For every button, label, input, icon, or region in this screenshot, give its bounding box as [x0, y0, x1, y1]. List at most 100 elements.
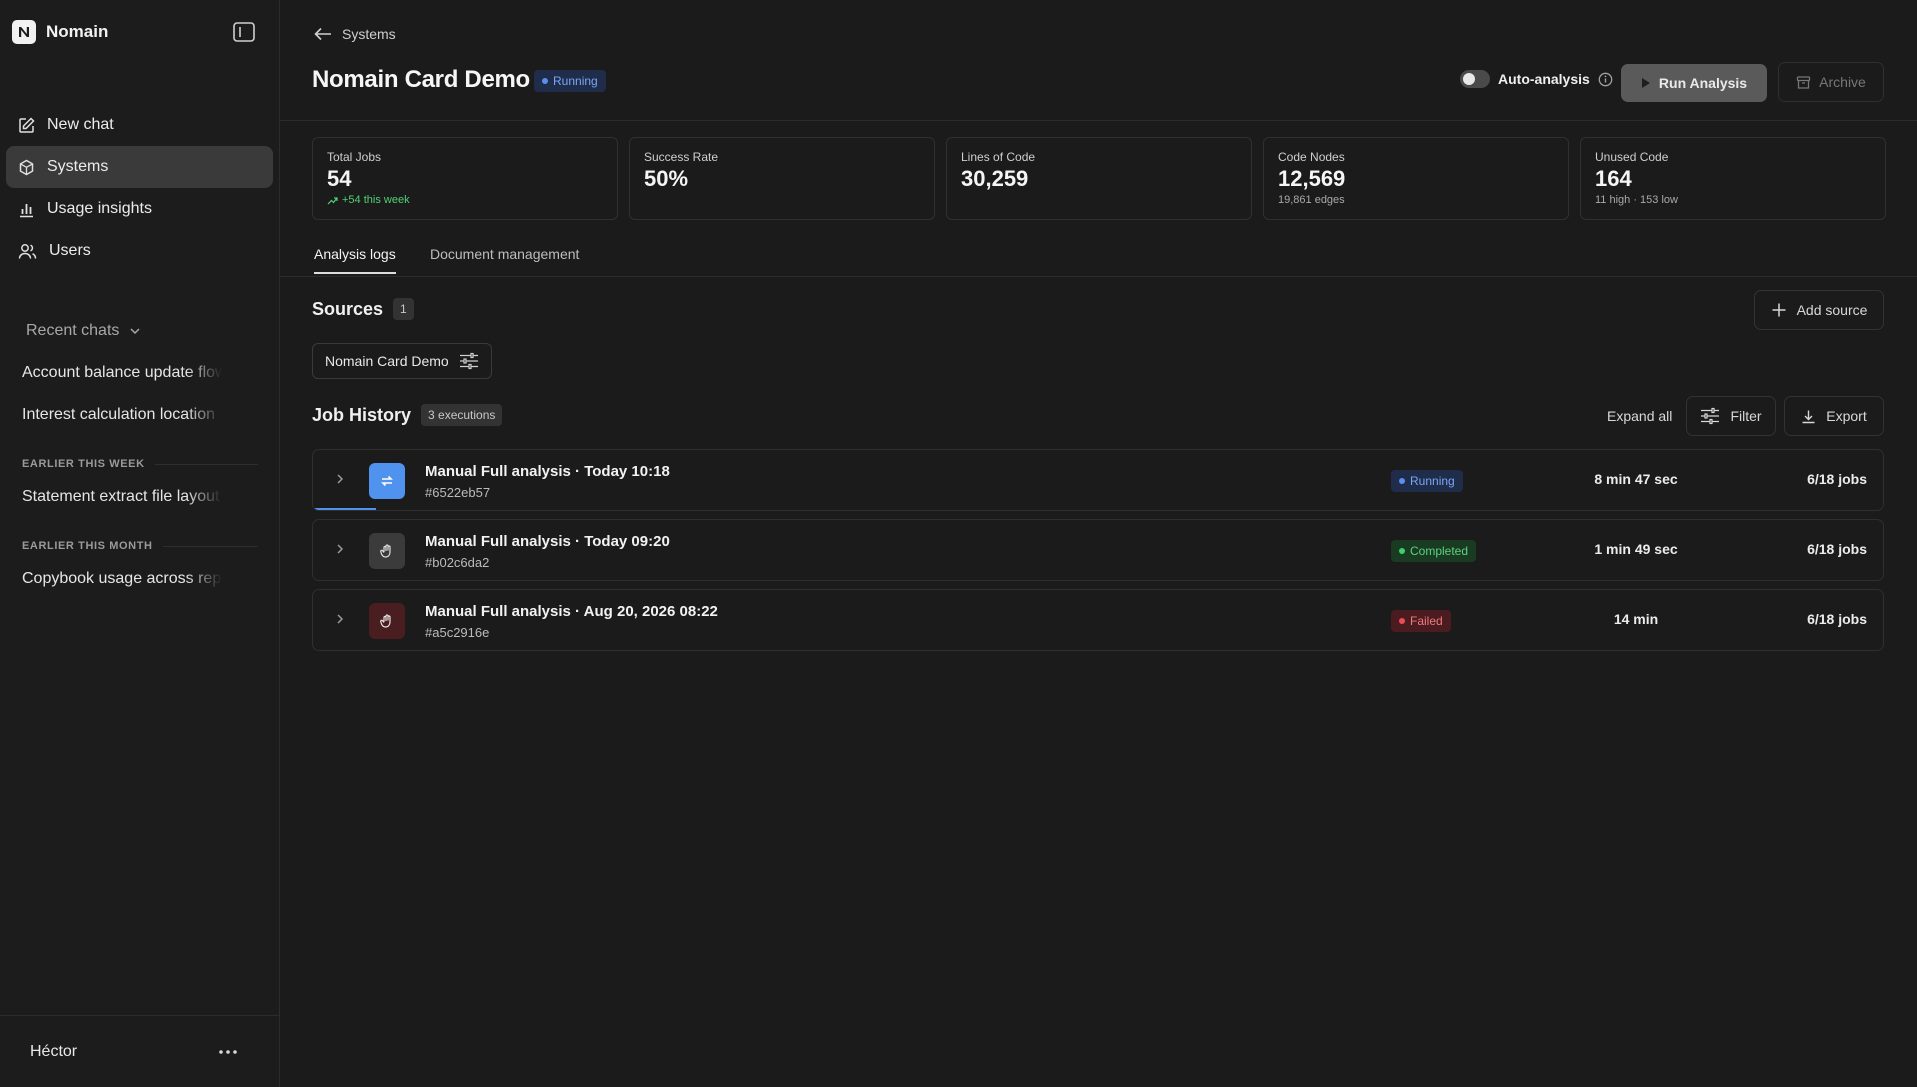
arrow-left-icon: [314, 27, 331, 41]
nav-label: Usage insights: [47, 200, 152, 217]
recent-chats-label: Recent chats: [26, 322, 120, 339]
more-options-button[interactable]: [219, 1049, 237, 1054]
recent-chat-item[interactable]: Statement extract file layout: [22, 488, 222, 506]
stat-label: Code Nodes: [1278, 150, 1345, 164]
recent-chats-toggle[interactable]: Recent chats: [26, 322, 141, 340]
plus-icon: [1772, 303, 1786, 317]
nomain-logo-icon: [12, 20, 36, 44]
edit-icon: [19, 116, 35, 133]
brand[interactable]: Nomain: [12, 20, 108, 44]
expand-all-button[interactable]: Expand all: [1607, 408, 1672, 424]
recent-chat-item[interactable]: Interest calculation location: [22, 406, 222, 424]
main-nav: New chat Systems Usage insights Users: [6, 104, 273, 272]
job-count: 6/18 jobs: [1807, 611, 1867, 627]
stat-label: Unused Code: [1595, 150, 1669, 164]
auto-analysis-toggle[interactable]: [1460, 70, 1490, 88]
recent-chat-item[interactable]: Copybook usage across repos: [22, 570, 222, 588]
back-to-systems-link[interactable]: Systems: [314, 26, 396, 42]
nav-item-users[interactable]: Users: [6, 230, 273, 272]
panel-left-icon: [233, 22, 255, 42]
nav-label: Users: [49, 242, 91, 259]
section-label-earlier-this-week: EARLIER THIS WEEK: [22, 458, 258, 470]
breadcrumb-label: Systems: [342, 26, 396, 42]
job-history-heading: Job History 3 executions: [312, 404, 503, 426]
archive-icon: [1797, 75, 1811, 89]
stat-label: Lines of Code: [961, 150, 1036, 164]
job-hash: #a5c2916e: [425, 625, 490, 640]
sidebar-toggle-button[interactable]: [232, 20, 256, 44]
job-hash: #6522eb57: [425, 485, 491, 500]
stat-sub: 11 high · 153 low: [1595, 194, 1678, 206]
tab-bar: Analysis logs Document management: [280, 240, 1917, 277]
job-duration: 1 min 49 sec: [1594, 541, 1678, 557]
filter-sliders-icon: [1701, 407, 1720, 425]
recent-chat-item[interactable]: Account balance update flow: [22, 364, 222, 382]
main-content: Systems Nomain Card Demo Running Auto-an…: [280, 0, 1917, 1087]
stats-row: Total Jobs 54 +54 this week Success Rate…: [312, 137, 1886, 220]
job-count: 6/18 jobs: [1807, 541, 1867, 557]
sources-heading: Sources 1: [312, 298, 414, 320]
play-icon: [1641, 78, 1650, 88]
sidebar-footer: Héctor: [0, 1015, 279, 1087]
stat-card-lines-of-code: Lines of Code 30,259: [946, 137, 1252, 220]
source-chip[interactable]: Nomain Card Demo: [312, 343, 492, 379]
stat-value: 30,259: [961, 166, 1029, 191]
job-duration: 14 min: [1613, 611, 1659, 627]
stat-card-total-jobs: Total Jobs 54 +54 this week: [312, 137, 618, 220]
nav-label: New chat: [47, 116, 114, 133]
nav-label: Systems: [47, 158, 109, 175]
stat-value: 12,569: [1278, 166, 1346, 191]
stat-card-unused-code: Unused Code 164 11 high · 153 low: [1580, 137, 1886, 220]
job-row[interactable]: Manual Full analysis · Aug 20, 2026 08:2…: [312, 589, 1884, 651]
users-icon: [18, 243, 37, 259]
auto-analysis-control: Auto-analysis: [1460, 70, 1613, 88]
status-dot: [542, 78, 548, 84]
tab-analysis-logs[interactable]: Analysis logs: [314, 246, 396, 274]
bar-chart-icon: [20, 203, 33, 217]
tab-document-management[interactable]: Document management: [430, 246, 579, 272]
job-hash: #b02c6da2: [425, 555, 490, 570]
header-divider: [280, 120, 1917, 121]
job-row[interactable]: Manual Full analysis · Today 09:20 #b02c…: [312, 519, 1884, 581]
info-icon[interactable]: [1598, 72, 1613, 87]
job-title: Manual Full analysis · Today 09:20: [425, 533, 670, 550]
page-title: Nomain Card Demo: [312, 66, 530, 93]
brand-name: Nomain: [46, 22, 109, 41]
hand-icon: [369, 533, 405, 569]
stat-sub: +54 this week: [327, 194, 603, 206]
job-row[interactable]: Manual Full analysis · Today 10:18 #6522…: [312, 449, 1884, 511]
stat-sub: 19,861 edges: [1278, 194, 1345, 206]
nav-item-systems[interactable]: Systems: [6, 146, 273, 188]
add-source-button[interactable]: Add source: [1754, 290, 1884, 330]
hexagon-icon: [19, 159, 34, 175]
job-status-badge: Running: [1391, 470, 1463, 492]
stat-label: Success Rate: [644, 150, 719, 164]
job-progress-bar: [313, 508, 376, 510]
filter-button[interactable]: Filter: [1686, 396, 1776, 436]
settings-sliders-icon[interactable]: [459, 352, 479, 370]
chevron-right-icon[interactable]: [335, 472, 345, 486]
chevron-right-icon[interactable]: [335, 612, 345, 626]
executions-count: 3 executions: [421, 404, 503, 426]
hand-icon: [369, 603, 405, 639]
sidebar: Nomain New chat Systems Usage insights U…: [0, 0, 280, 1087]
job-title: Manual Full analysis · Aug 20, 2026 08:2…: [425, 603, 718, 620]
job-duration: 8 min 47 sec: [1594, 471, 1678, 487]
stat-label: Total Jobs: [327, 150, 382, 164]
run-analysis-button[interactable]: Run Analysis: [1621, 64, 1767, 102]
nav-item-new-chat[interactable]: New chat: [6, 104, 273, 146]
trending-up-icon: [327, 196, 338, 204]
refresh-icon: [369, 463, 405, 499]
stat-value: 50%: [644, 166, 689, 191]
stat-card-code-nodes: Code Nodes 12,569 19,861 edges: [1263, 137, 1569, 220]
stat-value: 54: [327, 166, 352, 191]
chevron-right-icon[interactable]: [335, 542, 345, 556]
download-icon: [1802, 410, 1815, 423]
job-status-badge: Completed: [1391, 540, 1477, 562]
section-label-earlier-this-month: EARLIER THIS MONTH: [22, 540, 258, 552]
sources-count: 1: [393, 298, 414, 320]
export-button[interactable]: Export: [1784, 396, 1884, 436]
archive-button[interactable]: Archive: [1778, 62, 1884, 102]
nav-item-usage-insights[interactable]: Usage insights: [6, 188, 273, 230]
user-name[interactable]: Héctor: [30, 1043, 77, 1061]
